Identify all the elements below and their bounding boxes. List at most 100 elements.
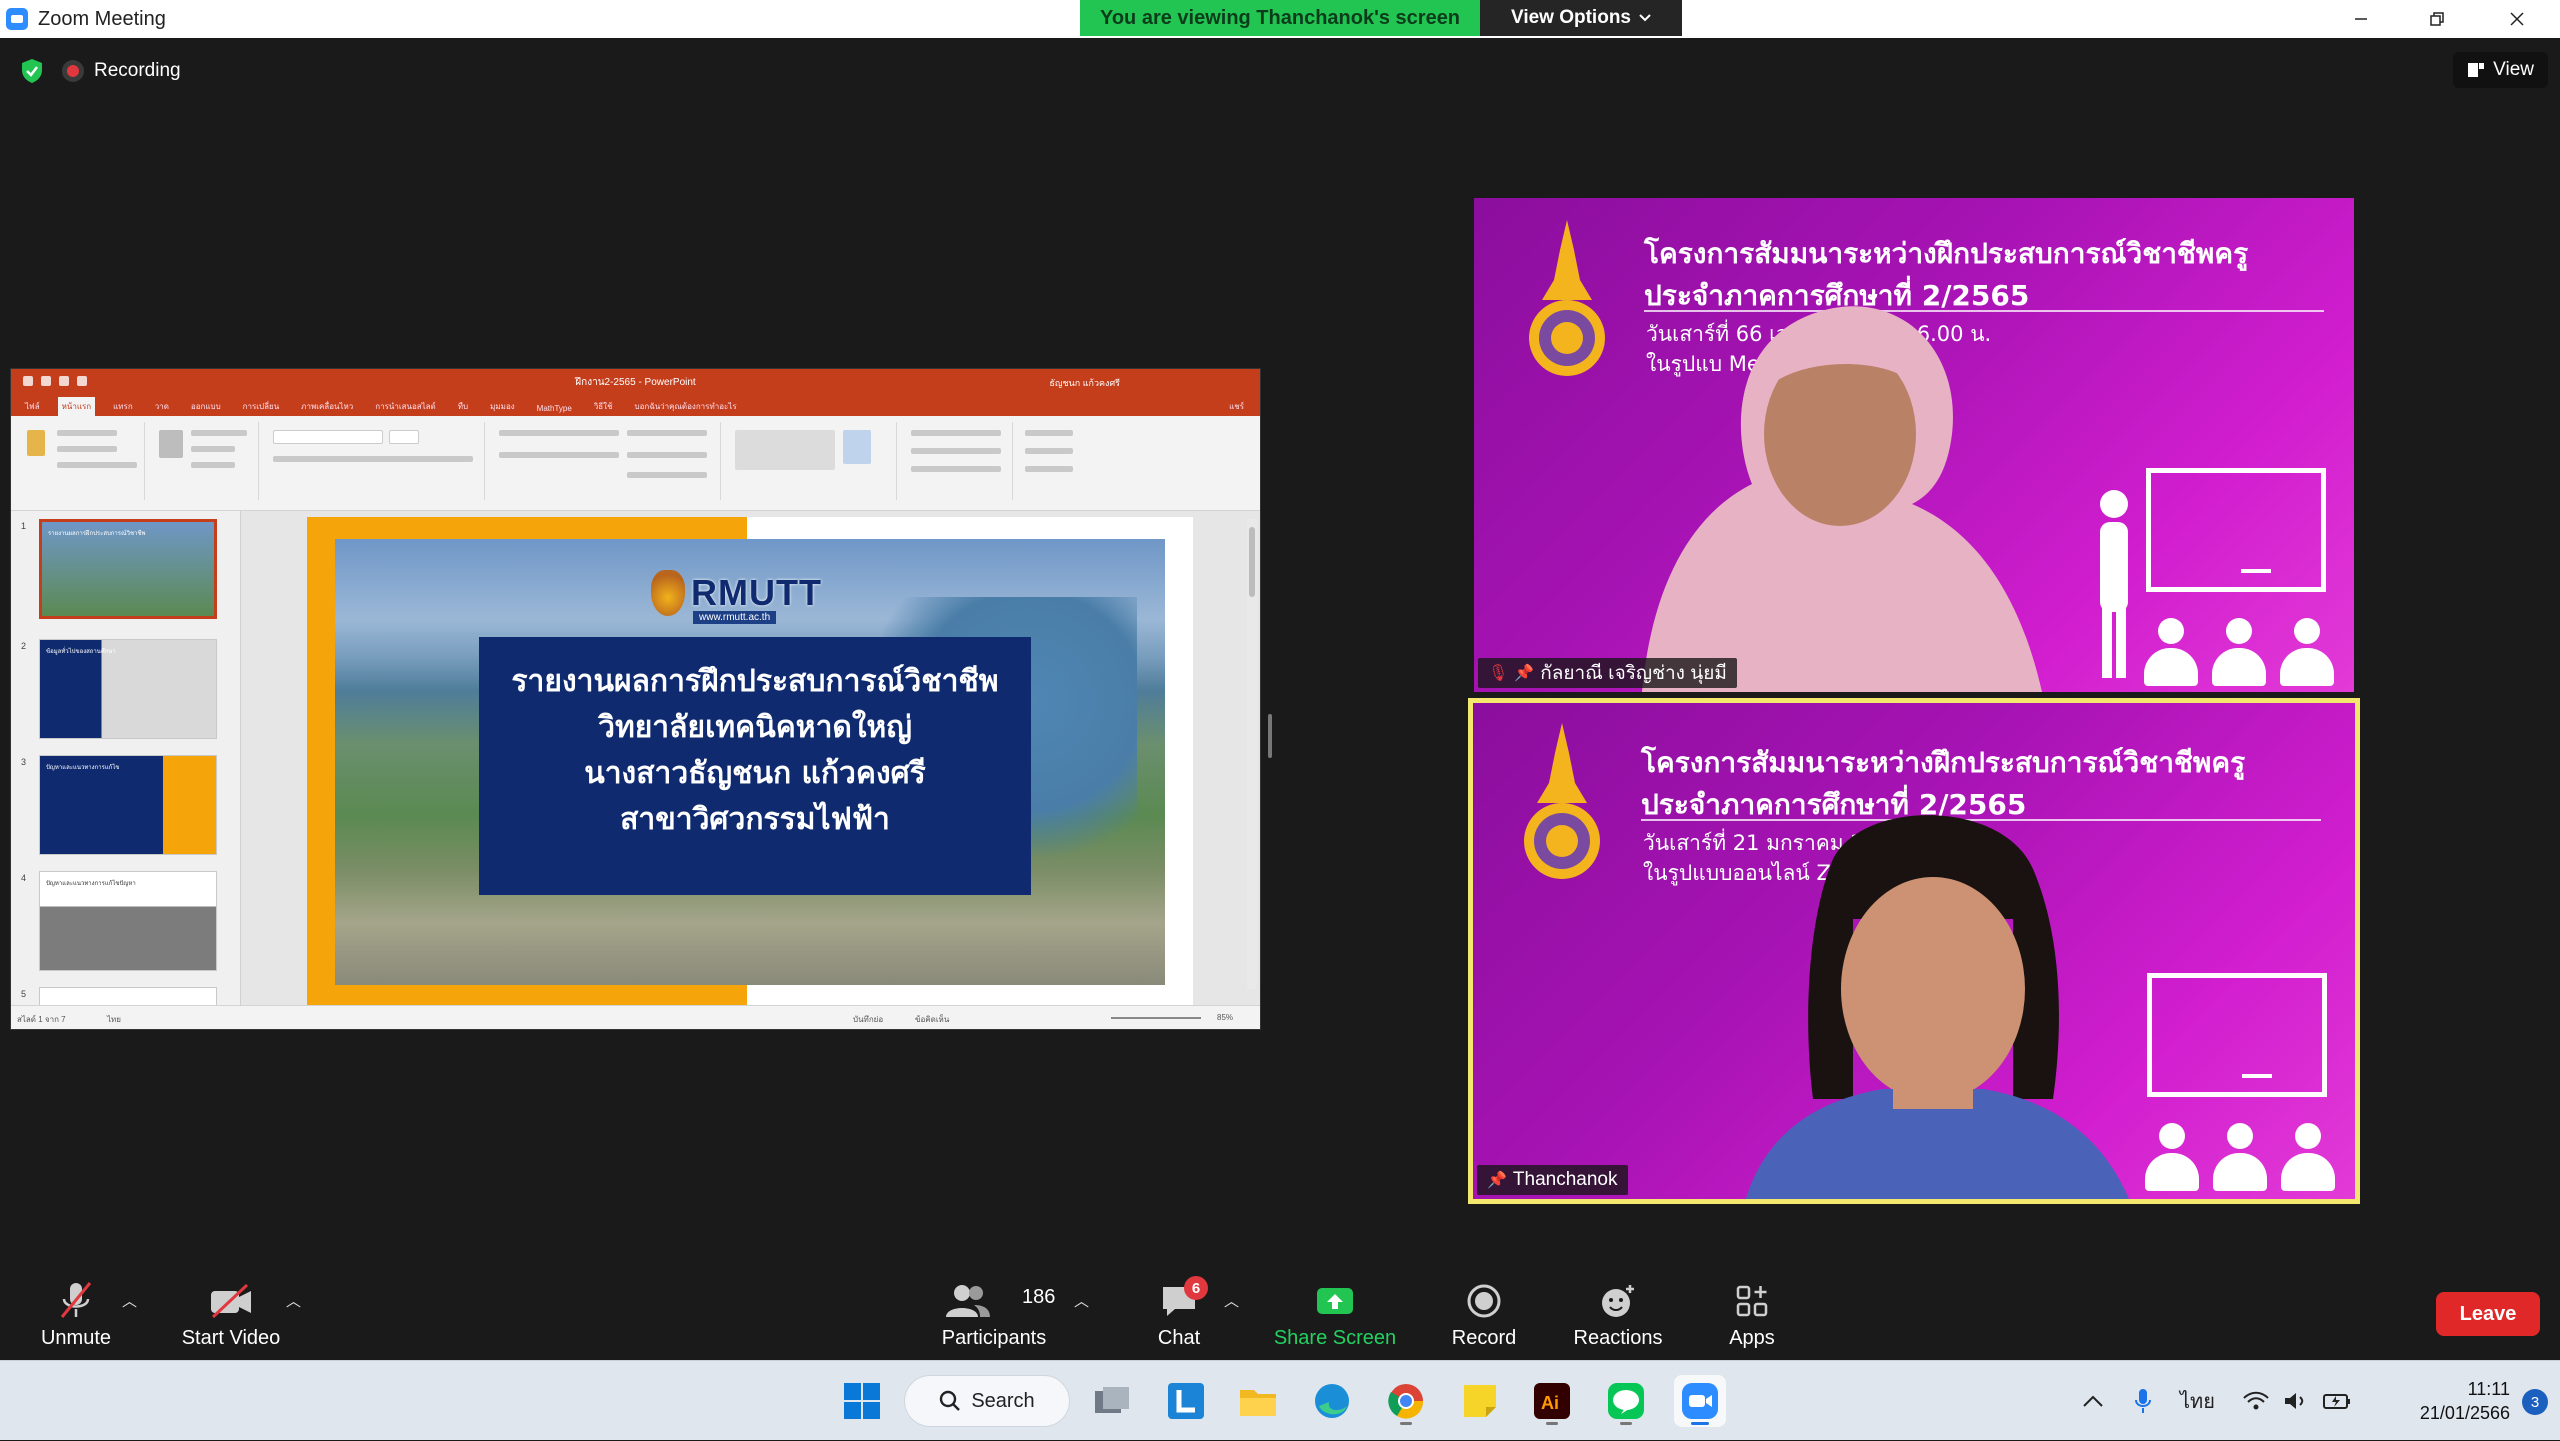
show-hidden-icons-chevron-icon[interactable]: [2082, 1394, 2104, 1408]
whiteboard-graphic: [2146, 468, 2326, 592]
ppt-tab[interactable]: แทรก: [109, 397, 137, 416]
slide-thumbnail-pane[interactable]: 1 รายงานผลการฝึกประสบการณ์วิชาชีพ 2 ข้อมูลท…: [11, 511, 241, 1029]
chat-caret-icon[interactable]: ︿: [1224, 1290, 1239, 1311]
viewing-screen-label: You are viewing Thanchanok's screen: [1080, 0, 1480, 36]
slide-line-3: นางสาวธัญชนก แก้วคงศรี: [584, 756, 926, 791]
ppt-tab[interactable]: ออกแบบ: [187, 397, 225, 416]
sticky-notes-button[interactable]: [1454, 1375, 1506, 1427]
slide-counter: สไลด์ 1 จาก 7: [17, 1015, 66, 1024]
restore-button[interactable]: [2400, 0, 2474, 38]
edge-browser-button[interactable]: [1306, 1375, 1358, 1427]
slide-thumbnail[interactable]: ปัญหาและแนวทางการแก้ไขปัญหา: [39, 871, 217, 971]
unmute-button[interactable]: Unmute: [36, 1270, 116, 1350]
ribbon-group-slides: [151, 422, 259, 500]
ppt-ribbon-tabs: ไฟล์ หน้าแรก แทรก วาด ออกแบบ การเปลี่ยน ภาพเคล…: [11, 396, 1260, 416]
chevron-down-icon: [1639, 14, 1651, 22]
record-button[interactable]: Record: [1444, 1270, 1524, 1350]
chat-label: Chat: [1157, 1327, 1201, 1349]
participants-caret-icon[interactable]: ︿: [1074, 1290, 1089, 1311]
ppt-tab[interactable]: ไฟล์: [21, 397, 44, 416]
start-video-button[interactable]: Start Video: [176, 1270, 286, 1350]
ppt-tab[interactable]: การเปลี่ยน: [239, 397, 284, 416]
zoom-taskbar-button[interactable]: [1674, 1375, 1726, 1427]
slide-title-box: รายงานผลการฝึกประสบการณ์วิชาชีพ วิทยาลัย…: [479, 637, 1031, 895]
ppt-tab[interactable]: หน้าแรก: [57, 397, 96, 416]
ppt-ribbon: [11, 416, 1260, 511]
close-icon: [2510, 12, 2524, 26]
university-seal-icon: [651, 570, 685, 616]
line-app-button[interactable]: [1600, 1375, 1652, 1427]
taskbar-search[interactable]: Search: [904, 1375, 1070, 1427]
l-app-button[interactable]: [1160, 1375, 1212, 1427]
slide-thumbnail-caption: ข้อมูลทั่วไปของสถานศึกษา: [46, 648, 116, 655]
participant-video-feed: [1642, 306, 2042, 692]
slide-thumbnail[interactable]: ข้อมูลทั่วไปของสถานศึกษา: [39, 639, 217, 739]
clock-time: 11:11: [2467, 1379, 2510, 1399]
illustrator-button[interactable]: Ai: [1526, 1375, 1578, 1427]
share-screen-button[interactable]: Share Screen: [1270, 1270, 1400, 1350]
window-title: Zoom Meeting: [38, 7, 166, 30]
microphone-in-use-icon[interactable]: [2134, 1388, 2152, 1414]
taskbar-clock[interactable]: 11:11 21/01/2566: [2420, 1377, 2510, 1425]
sticky-notes-icon: [1464, 1385, 1496, 1417]
share-screen-icon: [1317, 1288, 1353, 1314]
participants-button[interactable]: Participants: [934, 1270, 1054, 1350]
participants-label: Participants: [941, 1327, 1047, 1349]
comments-button[interactable]: ข้อคิดเห็น: [915, 1013, 949, 1026]
meeting-area: Recording View ฝึกงาน2-2565 - PowerPoint…: [0, 38, 2560, 1360]
apps-button[interactable]: Apps: [1712, 1270, 1792, 1350]
search-icon: [940, 1390, 961, 1411]
ppt-tab[interactable]: การนำเสนอสไลด์: [371, 397, 440, 416]
ppt-tab[interactable]: ภาพเคลื่อนไหว: [297, 397, 357, 416]
leave-button[interactable]: Leave: [2436, 1292, 2540, 1336]
ppt-tab[interactable]: ทืบ: [454, 397, 472, 416]
university-seal-icon: [1524, 723, 1600, 879]
participant-video-tile[interactable]: โครงการสัมมนาระหว่างฝึกประสบการณ์วิชาชีพ…: [1474, 198, 2354, 692]
active-speaker-video-tile[interactable]: โครงการสัมมนาระหว่างฝึกประสบการณ์วิชาชีพ…: [1468, 698, 2360, 1204]
notes-button[interactable]: บันทึกย่อ: [853, 1013, 883, 1026]
ppt-tab[interactable]: วิธีใช้: [590, 397, 617, 416]
current-slide[interactable]: RMUTT www.rmutt.ac.th รายงานผลการฝึกประส…: [307, 517, 1193, 1015]
volume-icon[interactable]: [2283, 1391, 2307, 1411]
ppt-tab[interactable]: วาด: [151, 397, 173, 416]
ppt-vertical-scrollbar[interactable]: [1247, 519, 1257, 989]
zoom-app-icon: [6, 8, 28, 30]
close-button[interactable]: [2480, 0, 2554, 38]
shared-screen[interactable]: ฝึกงาน2-2565 - PowerPoint ธัญชนก แก้วคงศ…: [10, 368, 1261, 1030]
input-language-indicator[interactable]: ไทย: [2180, 1385, 2215, 1417]
ppt-workspace: 1 รายงานผลการฝึกประสบการณ์วิชาชีพ 2 ข้อมูลท…: [11, 511, 1260, 1029]
ppt-tab[interactable]: บอกฉันว่าคุณต้องการทำอะไร: [631, 397, 741, 416]
view-options-button[interactable]: View Options: [1480, 0, 1682, 36]
file-explorer-button[interactable]: [1232, 1375, 1284, 1427]
ribbon-group-styles: [903, 422, 1013, 500]
view-button[interactable]: View: [2453, 52, 2548, 88]
task-view-button[interactable]: [1086, 1375, 1138, 1427]
windows-start-button[interactable]: [836, 1375, 888, 1427]
reactions-button[interactable]: Reactions: [1568, 1270, 1668, 1350]
panel-splitter-handle[interactable]: [1268, 714, 1272, 758]
restore-icon: [2430, 12, 2444, 26]
slide-thumbnail[interactable]: ปัญหาและแนวทางการแก้ไข: [39, 755, 217, 855]
slide-thumbnail[interactable]: รายงานผลการฝึกประสบการณ์วิชาชีพ: [39, 519, 217, 619]
teacher-icon: [2100, 490, 2128, 678]
encryption-shield-icon[interactable]: [20, 58, 44, 84]
notification-count-badge[interactable]: 3: [2522, 1389, 2548, 1415]
window-titlebar: Zoom Meeting You are viewing Thanchanok'…: [0, 0, 2560, 38]
windows-logo-icon: [844, 1383, 880, 1419]
share-screen-label: Share Screen: [1273, 1327, 1397, 1349]
slide-line-1: รายงานผลการฝึกประสบการณ์วิชาชีพ: [511, 664, 999, 699]
minimize-button[interactable]: [2324, 0, 2398, 38]
ppt-share-button[interactable]: แชร์: [1225, 397, 1248, 416]
slide-thumbnail-number: 4: [21, 873, 27, 883]
ppt-tab[interactable]: มุมมอง: [486, 397, 519, 416]
ppt-tab[interactable]: MathType: [533, 401, 576, 416]
zoom-slider[interactable]: [1111, 1017, 1201, 1019]
wifi-icon[interactable]: [2243, 1391, 2269, 1411]
participants-icon: [946, 1285, 990, 1317]
start-video-label: Start Video: [181, 1327, 281, 1349]
chrome-browser-button[interactable]: [1380, 1375, 1432, 1427]
chat-unread-badge: 6: [1184, 1276, 1208, 1300]
video-options-caret-icon[interactable]: ︿: [286, 1290, 301, 1311]
battery-charging-icon[interactable]: [2322, 1392, 2351, 1410]
audio-options-caret-icon[interactable]: ︿: [122, 1290, 137, 1311]
